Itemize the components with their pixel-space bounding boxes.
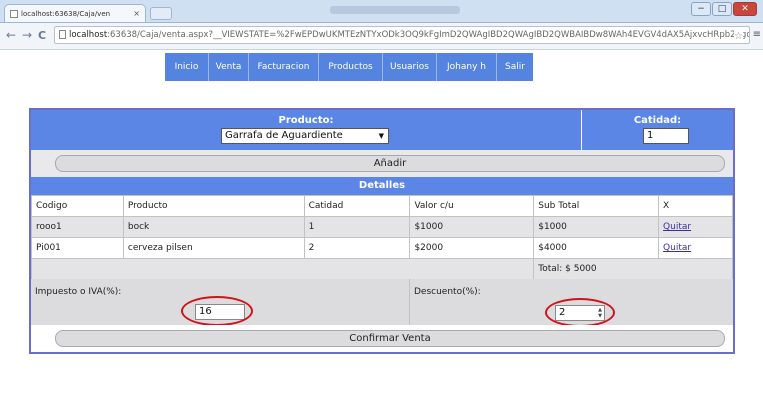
- table-row: rooo1 bock 1 $1000 $1000 Quitar: [31, 216, 733, 238]
- cell-quantity: 2: [303, 237, 411, 259]
- minimize-button[interactable]: −: [691, 2, 711, 16]
- column-header: Producto: [122, 195, 305, 217]
- tax-discount-row: Impuesto o IVA(%): 16 Descuento(%): 2 ▲ ▼: [31, 279, 733, 327]
- sale-panel: Producto: Garrafa de Aguardiente ▼ Catid…: [29, 108, 735, 354]
- maximize-button[interactable]: □: [712, 2, 732, 16]
- discount-cell: Descuento(%): 2 ▲ ▼: [410, 279, 733, 327]
- menu-icon[interactable]: ≡: [753, 29, 761, 40]
- cell-action: Quitar: [658, 237, 733, 259]
- quantity-input[interactable]: 1: [643, 128, 689, 144]
- total-value: Total: $ 5000: [533, 258, 733, 280]
- product-select[interactable]: Garrafa de Aguardiente ▼: [221, 128, 389, 144]
- column-header: X: [658, 195, 733, 217]
- page-favicon-icon: [10, 10, 18, 18]
- column-header: Sub Total: [533, 195, 660, 217]
- close-window-button[interactable]: ✕: [733, 2, 757, 16]
- total-spacer: [30, 258, 535, 280]
- confirm-row: Confirmar Venta: [31, 325, 733, 352]
- total-row: Total: $ 5000: [30, 258, 733, 280]
- bookmark-star-icon[interactable]: ☆: [734, 29, 743, 43]
- nav-item-salir[interactable]: Salir: [497, 53, 533, 81]
- site-nav: Inicio Venta Facturacion Productos Usuar…: [165, 53, 533, 81]
- tax-cell: Impuesto o IVA(%): 16: [31, 279, 410, 326]
- cell-code: rooo1: [31, 216, 124, 238]
- cell-product: cerveza pilsen: [122, 237, 305, 259]
- url-path: :63638/Caja/venta.aspx?__VIEWSTATE=%2FwE…: [107, 30, 750, 40]
- tax-label: Impuesto o IVA(%):: [35, 287, 122, 297]
- quantity-cell: Catidad: 1: [581, 110, 733, 150]
- details-table: Codigo Producto Catidad Valor c/u Sub To…: [30, 195, 733, 280]
- product-label: Producto:: [278, 115, 334, 126]
- discount-label: Descuento(%):: [414, 287, 481, 297]
- tab-title: localhost:63638/Caja/ven: [21, 10, 111, 18]
- product-row: Producto: Garrafa de Aguardiente ▼ Catid…: [31, 110, 733, 150]
- window-title: [330, 6, 460, 14]
- cell-action: Quitar: [658, 216, 733, 238]
- chevron-down-icon: ▼: [378, 132, 384, 140]
- cell-quantity: 1: [303, 216, 411, 238]
- cell-subtotal: $4000: [533, 237, 660, 259]
- cell-code: Pi001: [31, 237, 124, 259]
- window-controls: − □ ✕: [690, 2, 757, 16]
- confirm-sale-button[interactable]: Confirmar Venta: [55, 330, 725, 347]
- details-header: Detalles: [31, 177, 733, 195]
- highlight-ring: [545, 298, 615, 327]
- url-input[interactable]: localhost:63638/Caja/venta.aspx?__VIEWST…: [54, 26, 750, 44]
- url-host: localhost: [69, 30, 108, 40]
- cell-subtotal: $1000: [533, 216, 660, 238]
- nav-item-inicio[interactable]: Inicio: [165, 53, 209, 81]
- column-header: Valor c/u: [409, 195, 535, 217]
- add-button[interactable]: Añadir: [55, 155, 725, 172]
- back-arrow-icon[interactable]: ←: [6, 28, 16, 42]
- nav-item-user[interactable]: Johany h: [437, 53, 497, 81]
- quantity-label: Catidad:: [633, 115, 682, 126]
- nav-item-usuarios[interactable]: Usuarios: [383, 53, 437, 81]
- new-tab-button[interactable]: [150, 7, 172, 20]
- cell-product: bock: [122, 216, 305, 238]
- forward-arrow-icon[interactable]: →: [22, 28, 32, 42]
- browser-titlebar: localhost:63638/Caja/ven × − □ ✕: [0, 0, 763, 23]
- table-row: Pi001 cerveza pilsen 2 $2000 $4000 Quita…: [31, 237, 733, 259]
- nav-item-venta[interactable]: Venta: [209, 53, 249, 81]
- column-header: Codigo: [31, 195, 124, 217]
- add-row: Añadir: [31, 150, 733, 177]
- remove-link[interactable]: Quitar: [663, 222, 691, 232]
- reload-icon[interactable]: C: [38, 29, 46, 42]
- product-selected-value: Garrafa de Aguardiente: [225, 130, 343, 141]
- browser-tab[interactable]: localhost:63638/Caja/ven ×: [4, 4, 146, 22]
- column-header: Catidad: [303, 195, 411, 217]
- nav-item-facturacion[interactable]: Facturacion: [249, 53, 319, 81]
- nav-item-productos[interactable]: Productos: [319, 53, 383, 81]
- remove-link[interactable]: Quitar: [663, 243, 691, 253]
- tab-close-icon[interactable]: ×: [133, 5, 140, 23]
- cell-unit-price: $2000: [409, 237, 535, 259]
- highlight-ring: [181, 296, 253, 326]
- table-header-row: Codigo Producto Catidad Valor c/u Sub To…: [31, 195, 733, 217]
- address-bar: ← → C localhost:63638/Caja/venta.aspx?__…: [0, 23, 763, 50]
- cell-unit-price: $1000: [409, 216, 535, 238]
- page-icon: [59, 30, 66, 39]
